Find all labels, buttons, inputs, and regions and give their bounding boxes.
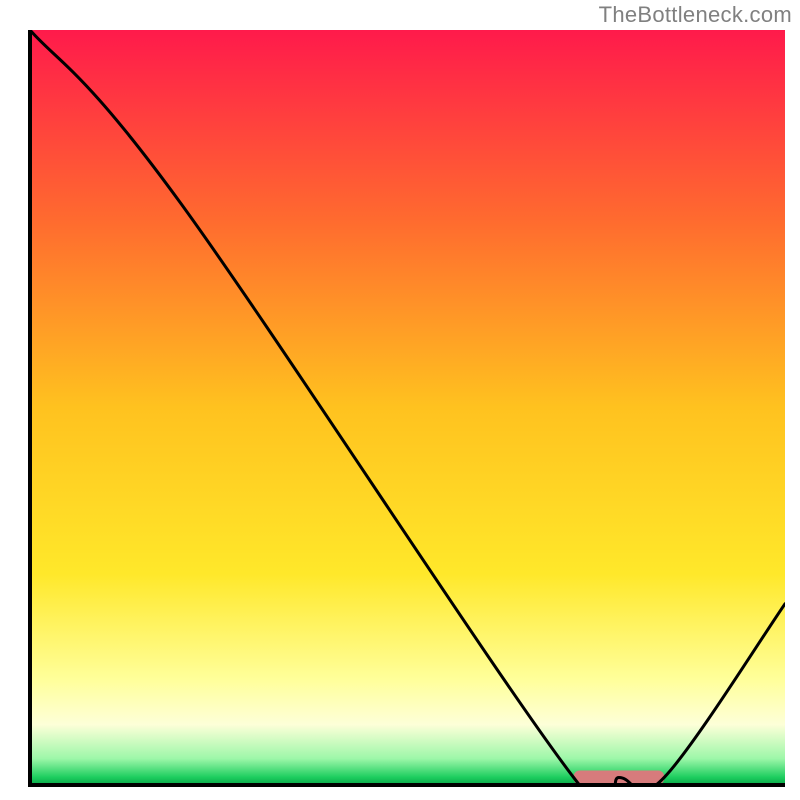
gradient-background xyxy=(30,30,785,785)
watermark-text: TheBottleneck.com xyxy=(599,2,792,28)
chart-container: TheBottleneck.com xyxy=(0,0,800,800)
bottleneck-chart xyxy=(0,0,800,800)
